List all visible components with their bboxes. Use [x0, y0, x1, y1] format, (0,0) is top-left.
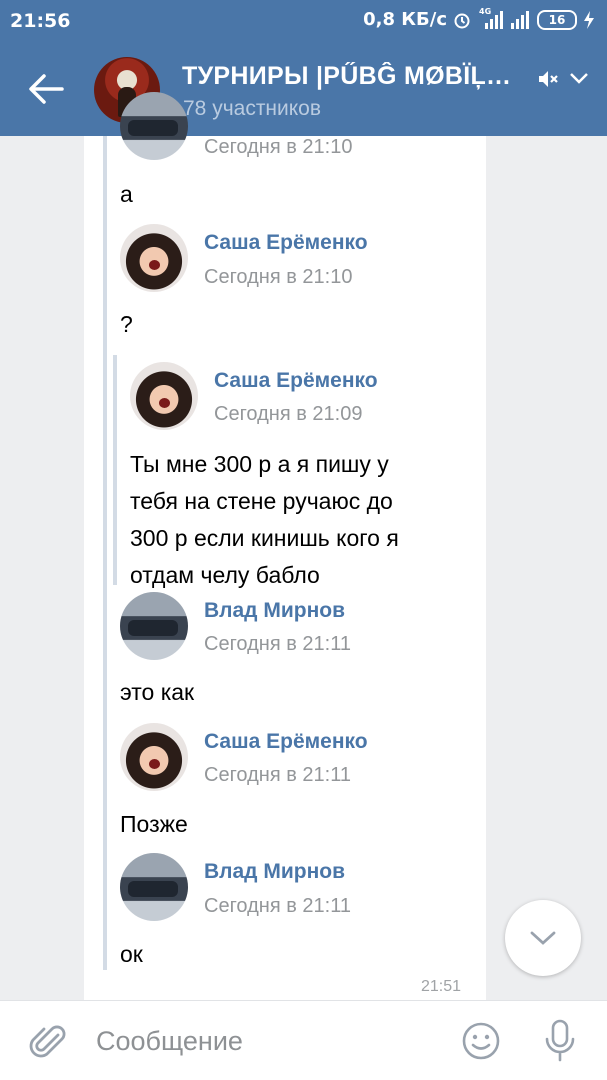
chat-title[interactable]: ТУРНИРЫ |PŰBĜ MØBÏĻĘ... ( — [182, 62, 522, 91]
net-speed: 0,8 КБ/с — [363, 9, 447, 30]
quoted-text: Ты мне 300 р а я пишу у тебя на стене ру… — [130, 446, 399, 594]
message-text: ок — [120, 941, 143, 967]
attach-icon[interactable] — [28, 1021, 68, 1066]
mute-icon[interactable] — [536, 67, 560, 96]
members-count[interactable]: 78 участников — [183, 97, 321, 121]
message-time: Сегодня в 21:10 — [204, 266, 353, 288]
status-icons: 0,8 КБ/с 4G 16 — [363, 7, 595, 30]
alarm-icon — [453, 11, 471, 29]
avatar[interactable] — [120, 723, 188, 791]
signal-icon — [509, 10, 531, 29]
chat-header: ТУРНИРЫ |PŰBĜ MØBÏĻĘ... ( 78 участников — [0, 42, 607, 136]
signal-4g-icon: 4G — [477, 7, 503, 29]
avatar[interactable] — [120, 853, 188, 921]
avatar[interactable] — [120, 592, 188, 660]
message-input[interactable] — [96, 1021, 436, 1061]
battery-level: 16 — [548, 12, 566, 27]
battery-icon: 16 — [537, 9, 577, 30]
message-text: ? — [120, 311, 133, 337]
quote-line — [113, 355, 117, 585]
smile-icon[interactable] — [461, 1021, 501, 1066]
author-name[interactable]: Влад Мирнов — [204, 599, 345, 623]
author-name[interactable]: Саша Ерёменко — [214, 369, 378, 393]
chevron-down-icon[interactable] — [568, 70, 590, 91]
message-time: Сегодня в 21:11 — [204, 895, 351, 917]
quoted-line: отдам челу бабло — [130, 562, 320, 588]
composer-bar — [0, 1000, 607, 1080]
message-time: Сегодня в 21:11 — [204, 633, 351, 655]
message-text: а — [120, 181, 133, 207]
avatar[interactable] — [130, 362, 198, 430]
status-time: 21:56 — [10, 10, 71, 32]
avatar[interactable] — [120, 224, 188, 292]
quoted-line: тебя на стене ручаюс до — [130, 488, 393, 514]
charging-icon — [583, 10, 595, 29]
status-bar: 21:56 0,8 КБ/с 4G 16 — [0, 0, 607, 42]
back-arrow-icon — [29, 74, 64, 104]
message-time: Сегодня в 21:09 — [214, 403, 363, 425]
message-time: Сегодня в 21:10 — [204, 136, 353, 158]
author-name[interactable]: Саша Ерёменко — [204, 231, 368, 255]
message-timestamp: 21:51 — [421, 978, 462, 995]
message-text: Позже — [120, 811, 188, 837]
author-name[interactable]: Влад Мирнов — [204, 860, 345, 884]
message-text: это как — [120, 679, 195, 705]
scroll-down-button[interactable] — [505, 900, 581, 976]
network-badge: 4G — [479, 6, 492, 16]
avatar[interactable] — [120, 92, 188, 160]
forward-line — [103, 136, 107, 970]
author-name[interactable]: Саша Ерёменко — [204, 730, 368, 754]
quoted-line: Ты мне 300 р а я пишу у — [130, 451, 389, 477]
mic-icon[interactable] — [542, 1019, 578, 1068]
back-button[interactable] — [26, 72, 66, 106]
scroll-down-icon — [530, 931, 556, 945]
quoted-line: 300 р если кинишь кого я — [130, 525, 399, 551]
message-time: Сегодня в 21:11 — [204, 764, 351, 786]
